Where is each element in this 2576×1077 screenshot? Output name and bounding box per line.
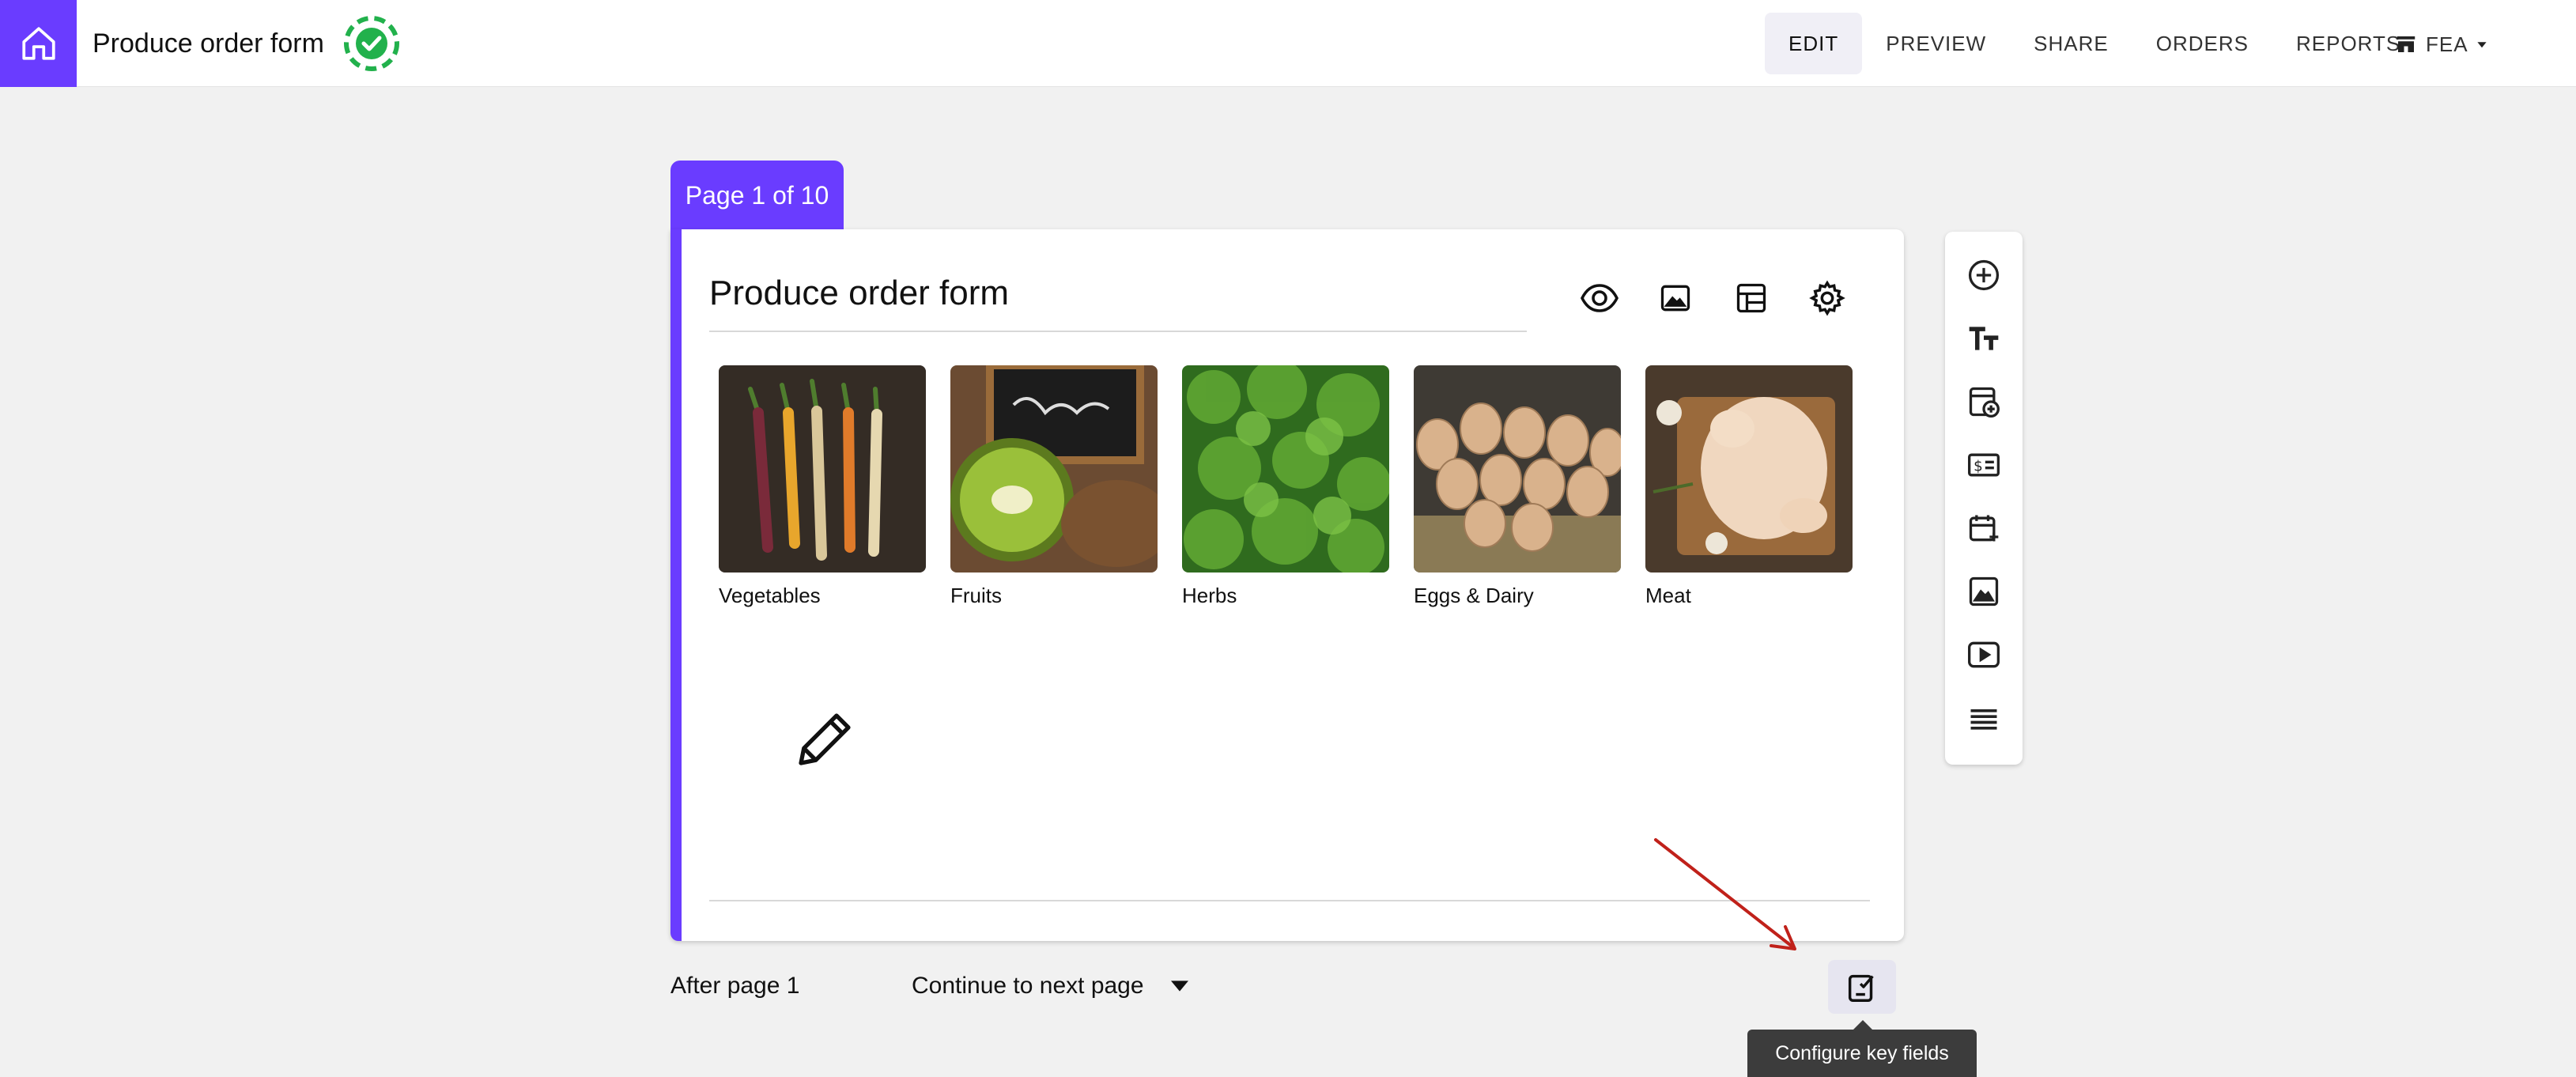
configure-key-fields-button[interactable] — [1828, 960, 1896, 1014]
element-toolbar: $ — [1945, 232, 2023, 765]
image-icon — [1969, 576, 1999, 607]
tab-preview[interactable]: PREVIEW — [1862, 13, 2010, 74]
category-tile-vegetables[interactable]: Vegetables — [719, 365, 926, 608]
add-price-button[interactable]: $ — [1964, 445, 2004, 485]
page-indicator-tab[interactable]: Page 1 of 10 — [670, 161, 844, 230]
category-tile-meat[interactable]: Meat — [1645, 365, 1853, 608]
add-video-button[interactable] — [1964, 635, 2004, 675]
card-accent-bar — [670, 229, 682, 941]
category-label: Eggs & Dairy — [1414, 584, 1534, 607]
category-label: Vegetables — [719, 584, 821, 607]
text-size-icon — [1969, 327, 1999, 350]
vegetables-image — [719, 365, 926, 573]
tooltip-arrow — [1853, 1020, 1872, 1030]
add-circle-icon — [1968, 259, 2000, 291]
tab-edit[interactable]: EDIT — [1765, 13, 1863, 74]
annotation-arrow — [1654, 838, 1796, 950]
card-toolbar — [1580, 278, 1847, 318]
meat-image — [1645, 365, 1853, 573]
caret-down-icon — [1170, 981, 1188, 992]
caret-down-icon — [2476, 42, 2487, 48]
preview-visibility-button[interactable] — [1580, 278, 1619, 318]
category-label: Fruits — [950, 584, 1002, 607]
fruits-image — [950, 365, 1158, 573]
saved-status-icon — [344, 16, 399, 71]
add-date-button[interactable] — [1964, 508, 2004, 548]
after-page-action-select[interactable]: Continue to next page — [912, 968, 1188, 1004]
clipboard-check-icon — [1848, 974, 1874, 1002]
category-label: Meat — [1645, 584, 1691, 607]
pencil-icon[interactable] — [789, 704, 860, 775]
category-tile-eggs-dairy[interactable]: Eggs & Dairy — [1414, 365, 1621, 608]
form-name: Produce order form — [93, 28, 324, 59]
page-settings-button[interactable] — [1807, 278, 1847, 318]
eggs-dairy-image — [1414, 365, 1621, 573]
category-tile-fruits[interactable]: Fruits — [950, 365, 1158, 608]
add-text-button[interactable] — [1964, 319, 2004, 358]
image-icon — [1660, 285, 1690, 312]
add-image-button[interactable] — [1964, 572, 2004, 611]
layout-icon — [1736, 283, 1766, 313]
product-add-icon — [1969, 387, 2000, 418]
divider-icon — [1970, 709, 1997, 730]
tab-share[interactable]: SHARE — [2010, 13, 2132, 74]
calendar-add-icon — [1969, 515, 1999, 542]
add-product-button[interactable] — [1964, 382, 2004, 421]
herbs-image — [1182, 365, 1389, 573]
add-divider-button[interactable] — [1964, 698, 2004, 738]
svg-text:$: $ — [1974, 458, 1983, 474]
after-page-label: After page 1 — [670, 973, 800, 999]
home-icon — [21, 27, 55, 60]
title-divider — [709, 331, 1527, 332]
home-button[interactable] — [0, 0, 77, 87]
page-title[interactable]: Produce order form — [709, 274, 1009, 313]
category-tile-herbs[interactable]: Herbs — [1182, 365, 1389, 608]
eye-icon — [1581, 284, 1618, 312]
category-grid: Vegetables Fruits Herbs Eggs & Dairy Mea… — [719, 365, 1853, 608]
category-label: Herbs — [1182, 584, 1237, 607]
store-icon — [2397, 36, 2415, 52]
price-tag-icon: $ — [1968, 453, 2000, 477]
gear-icon — [1809, 280, 1845, 316]
main-nav: EDIT PREVIEW SHARE ORDERS REPORTS — [1765, 13, 2424, 74]
tooltip: Configure key fields — [1747, 1030, 1977, 1077]
account-name: FEA — [2426, 32, 2468, 56]
add-element-button[interactable] — [1964, 255, 2004, 295]
header-image-button[interactable] — [1656, 278, 1695, 318]
tab-orders[interactable]: ORDERS — [2132, 13, 2272, 74]
selected-action: Continue to next page — [912, 973, 1144, 999]
top-bar: Produce order form EDIT PREVIEW SHARE OR… — [0, 0, 2576, 87]
account-menu[interactable]: FEA — [2394, 27, 2487, 62]
video-icon — [1968, 641, 2000, 668]
layout-button[interactable] — [1732, 278, 1771, 318]
